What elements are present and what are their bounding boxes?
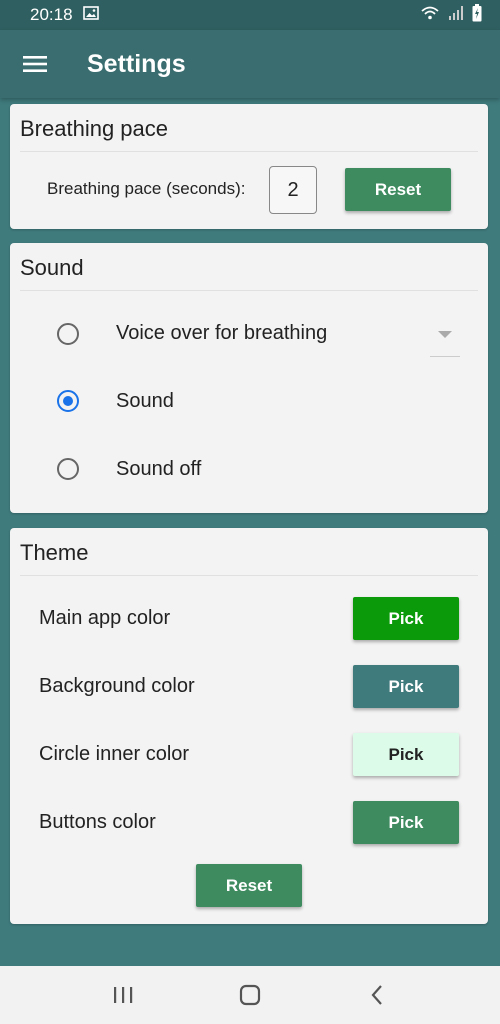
- dropdown-arrow-icon: [438, 331, 452, 338]
- theme-reset-button[interactable]: Reset: [196, 864, 302, 907]
- home-icon: [239, 984, 261, 1006]
- app-bar: Settings: [0, 30, 500, 98]
- breathing-pace-input[interactable]: 2: [269, 166, 317, 214]
- divider: [20, 575, 478, 576]
- status-time: 20:18: [30, 5, 73, 24]
- divider: [20, 151, 478, 152]
- wifi-icon: [420, 5, 440, 26]
- menu-button[interactable]: [0, 30, 70, 98]
- theme-title: Theme: [20, 540, 89, 565]
- pick-background-color-button[interactable]: Pick: [353, 665, 459, 708]
- status-bar: 20:18: [0, 0, 500, 30]
- home-button[interactable]: [220, 966, 280, 1024]
- back-button[interactable]: [347, 966, 407, 1024]
- radio-sound[interactable]: [57, 390, 79, 412]
- breathing-reset-button[interactable]: Reset: [345, 168, 451, 211]
- breathing-pace-title: Breathing pace: [20, 116, 168, 141]
- theme-label-main: Main app color: [39, 607, 171, 629]
- sound-title: Sound: [20, 255, 84, 280]
- recent-apps-button[interactable]: [93, 966, 153, 1024]
- battery-icon: [472, 3, 482, 27]
- gallery-icon: [82, 5, 99, 25]
- radio-voice-over[interactable]: [57, 323, 79, 345]
- theme-card: Theme Main app color Pick Background col…: [10, 528, 488, 924]
- voice-over-dropdown[interactable]: [430, 315, 460, 357]
- theme-label-circle-inner: Circle inner color: [39, 743, 190, 765]
- system-nav-bar: [0, 966, 500, 1024]
- radio-label-voice-over: Voice over for breathing: [116, 322, 328, 344]
- radio-label-sound-off: Sound off: [116, 458, 202, 480]
- signal-icon: [448, 5, 464, 26]
- breathing-pace-value: 2: [287, 178, 299, 201]
- page-title: Settings: [87, 49, 186, 78]
- back-icon: [371, 985, 382, 1005]
- breathing-pace-card: Breathing pace Breathing pace (seconds):…: [10, 104, 488, 229]
- pick-main-color-button[interactable]: Pick: [353, 597, 459, 640]
- recent-apps-icon: [114, 987, 133, 1003]
- radio-sound-off[interactable]: [57, 458, 79, 480]
- theme-label-background: Background color: [39, 675, 195, 697]
- breathing-pace-label: Breathing pace (seconds):: [47, 179, 246, 198]
- sound-card: Sound Voice over for breathing Sound Sou…: [10, 243, 488, 513]
- radio-label-sound: Sound: [116, 390, 174, 412]
- hamburger-icon: [23, 56, 47, 72]
- divider: [20, 290, 478, 291]
- pick-circle-inner-color-button[interactable]: Pick: [353, 733, 459, 776]
- theme-label-buttons: Buttons color: [39, 811, 156, 833]
- pick-buttons-color-button[interactable]: Pick: [353, 801, 459, 844]
